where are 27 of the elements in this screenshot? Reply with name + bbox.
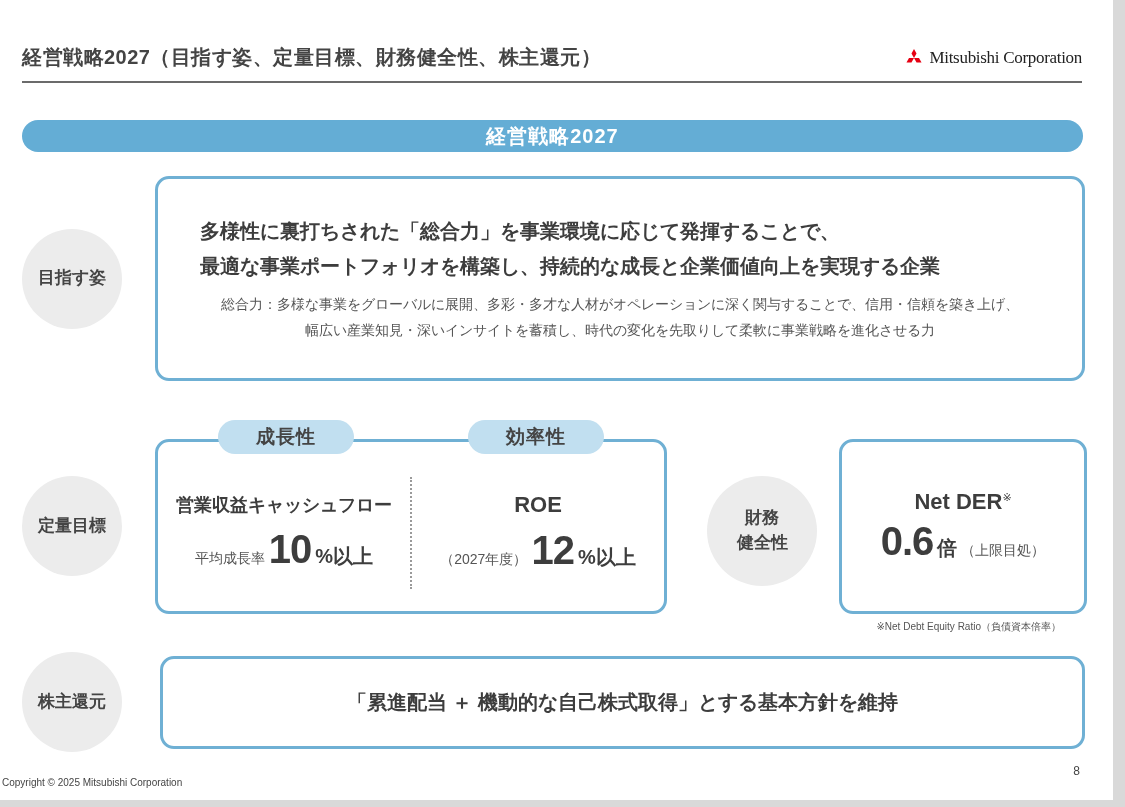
- metric-value: 0.6: [880, 519, 934, 564]
- metric-qualifier: 平均成長率: [194, 550, 265, 568]
- metric-qualifier: （上限目処）: [961, 542, 1046, 560]
- definition-note: 総合力：多様な事業をグローバルに展開、多彩・多才な人材がオペレーションに深く関与することで、信用・信頼を築き上げ、 幅広い産業知見・深いインサイトを蓄積し、時代の変化を先取りして柔軟に事業戦略を進化させる力: [221, 295, 1019, 340]
- metric-value: 12: [531, 528, 574, 573]
- category-circle: 財務 健全性: [707, 476, 817, 586]
- metric-name: 営業収益キャッシュフロー: [176, 494, 392, 517]
- vision-statement: 多様性に裏打ちされた「総合力」を事業環境に応じて発揮することで、 最適な事業ポートフォリオを構築し、持続的な成長と企業価値向上を実現する企業: [200, 219, 940, 280]
- category-tag: 成長性: [218, 420, 354, 454]
- page-number: 8: [1073, 764, 1080, 778]
- metric-unit: %以上: [577, 545, 636, 570]
- metric-unit: 倍: [937, 536, 958, 561]
- category-circle: 定量目標: [22, 476, 122, 576]
- metric-qualifier: （2027年度）: [440, 551, 528, 569]
- copyright: Copyright © 2025 Mitsubishi Corporation: [2, 777, 183, 788]
- slide-title: 経営戦略2027（目指す姿、定量目標、財務健全性、株主還元）: [22, 45, 602, 70]
- banner: 経営戦略2027: [22, 120, 1083, 152]
- logo-text: Mitsubishi Corporation: [929, 47, 1082, 68]
- metric-name: ROE: [514, 492, 562, 518]
- metric-value: 10: [268, 527, 312, 572]
- metric-unit: %以上: [315, 544, 374, 569]
- footnote: ※Net Debt Equity Ratio（負債資本倍率）: [876, 620, 1061, 634]
- metric-name: Net DER$^{※}$: [914, 489, 1012, 515]
- category-tag: 効率性: [468, 420, 604, 454]
- category-circle: 株主還元: [22, 652, 122, 752]
- category-circle: 目指す姿: [22, 228, 122, 329]
- policy-card: 「累進配当 ＋ 機動的な自己株式取得」とする基本方針を維持: [160, 655, 1085, 749]
